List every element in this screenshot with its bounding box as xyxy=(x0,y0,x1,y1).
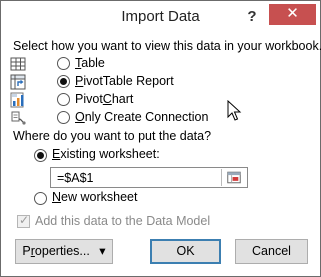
import-data-dialog: Import Data ? ✕ Select how you want to v… xyxy=(0,0,321,277)
cancel-button[interactable]: Cancel xyxy=(235,239,308,264)
connection-icon xyxy=(11,111,26,125)
pivotchart-icon xyxy=(10,92,24,108)
data-model-label: Add this data to the Data Model xyxy=(35,214,211,228)
reference-input[interactable] xyxy=(51,168,219,187)
pivottable-label: PivotTable Report xyxy=(75,74,174,88)
existing-worksheet-label[interactable]: Existing worksheet: xyxy=(52,147,160,161)
option-pivottable-report[interactable]: PivotTable Report xyxy=(9,73,229,91)
option-only-create-connection[interactable]: Only Create Connection xyxy=(9,109,239,127)
option-table[interactable]: Table xyxy=(9,55,229,73)
title-bar: Import Data ? ✕ xyxy=(1,1,320,35)
ok-button[interactable]: OK xyxy=(150,239,221,264)
option-pivotchart[interactable]: PivotChart xyxy=(9,91,229,109)
table-label: Table xyxy=(75,56,105,70)
new-worksheet-label[interactable]: New worksheet xyxy=(52,190,137,204)
destination-prompt: Where do you want to put the data? xyxy=(13,129,212,143)
mouse-cursor-icon xyxy=(227,100,242,121)
reference-field xyxy=(50,167,248,188)
connection-radio[interactable] xyxy=(57,111,70,124)
connection-label: Only Create Connection xyxy=(75,110,209,124)
data-model-checkbox[interactable] xyxy=(17,213,30,228)
chevron-down-icon: ▾ xyxy=(99,244,106,258)
pivottable-icon xyxy=(10,74,26,90)
collapse-dialog-icon[interactable] xyxy=(221,169,246,186)
existing-worksheet-radio[interactable] xyxy=(34,149,47,162)
table-icon xyxy=(10,57,26,71)
properties-button[interactable]: Properties... ▾ xyxy=(15,239,113,264)
new-worksheet-radio[interactable] xyxy=(34,192,47,205)
close-button[interactable]: ✕ xyxy=(269,4,316,25)
pivottable-radio[interactable] xyxy=(57,75,70,88)
help-button[interactable]: ? xyxy=(241,7,263,27)
table-radio[interactable] xyxy=(57,57,70,70)
view-prompt: Select how you want to view this data in… xyxy=(13,39,321,53)
pivotchart-label: PivotChart xyxy=(75,92,134,106)
pivotchart-radio[interactable] xyxy=(57,93,70,106)
